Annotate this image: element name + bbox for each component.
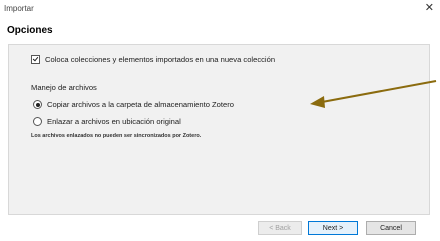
options-panel: Coloca colecciones y elementos importado… [8, 44, 430, 215]
new-collection-option[interactable]: Coloca colecciones y elementos importado… [31, 55, 275, 64]
close-icon[interactable]: ✕ [425, 2, 434, 14]
link-files-label: Enlazar a archivos en ubicación original [47, 117, 181, 126]
page-title: Opciones [7, 25, 53, 36]
dialog-footer: < Back Next > Cancel [0, 215, 440, 241]
link-files-option[interactable]: Enlazar a archivos en ubicación original [33, 117, 181, 126]
file-handling-heading: Manejo de archivos [31, 83, 97, 92]
next-button[interactable]: Next > [308, 221, 358, 235]
cancel-button[interactable]: Cancel [366, 221, 416, 235]
copy-files-label: Copiar archivos a la carpeta de almacena… [47, 100, 234, 109]
annotation-arrow [310, 80, 437, 108]
page-header: Opciones [0, 18, 440, 42]
copy-files-option[interactable]: Copiar archivos a la carpeta de almacena… [33, 100, 234, 109]
link-files-radio[interactable] [33, 117, 42, 126]
new-collection-checkbox[interactable] [31, 55, 40, 64]
title-bar: Importar ✕ [0, 0, 440, 18]
back-button[interactable]: < Back [258, 221, 302, 235]
linked-files-note: Los archivos enlazados no pueden ser sin… [31, 133, 202, 139]
new-collection-label: Coloca colecciones y elementos importado… [45, 55, 276, 64]
copy-files-radio[interactable] [33, 100, 42, 109]
window-title: Importar [4, 4, 34, 13]
import-dialog: Importar ✕ Opciones Coloca colecciones y… [0, 0, 440, 241]
